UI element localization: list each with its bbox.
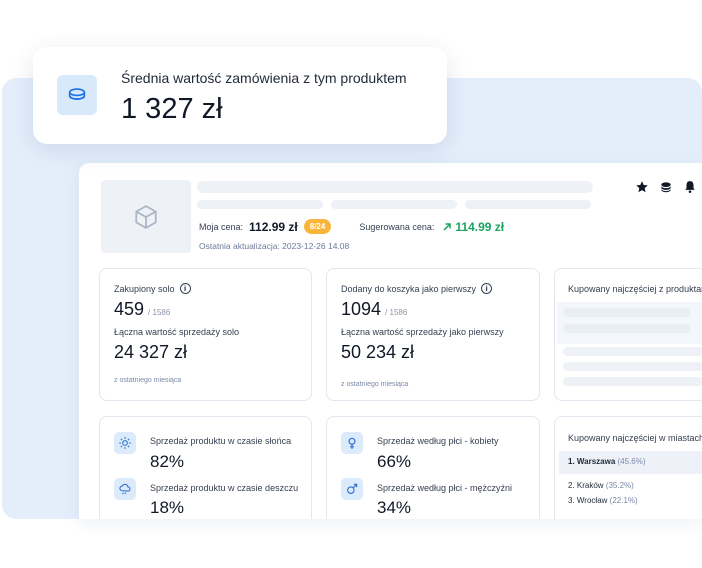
solo-value-row: 459/ 1586: [114, 299, 170, 320]
suggested-price-label: Sugerowana cena:: [359, 221, 435, 232]
rain-label: Sprzedaż produktu w czasie deszczu: [150, 483, 299, 493]
city-pct: (22.1%): [609, 496, 638, 505]
star-icon[interactable]: [635, 180, 649, 194]
sunny-label: Sprzedaż produktu w czasie słońca: [150, 436, 292, 446]
women-label: Sprzedaż według płci - kobiety: [377, 436, 499, 446]
solo-sales-value: 24 327 zł: [114, 342, 188, 362]
coins-icon[interactable]: [659, 180, 673, 194]
stage: Moja cena: 112.99 zł 8/24 Sugerowana cen…: [0, 0, 702, 568]
average-order-value-card: Średnia wartość zamówienia z tym produkt…: [33, 47, 447, 144]
solo-label-row: Zakupiony solo i: [114, 283, 191, 294]
city-name: 1. Warszawa: [568, 457, 616, 466]
city-pct: (35.2%): [605, 481, 634, 490]
first-in-cart-value-row: 1094/ 1586: [341, 299, 407, 320]
product-thumbnail: [101, 180, 191, 253]
city-pct: (45.6%): [617, 457, 646, 466]
solo-total: / 1586: [148, 308, 171, 317]
solo-value: 459: [114, 299, 145, 319]
male-icon: [341, 478, 363, 500]
first-in-cart-label: Dodany do koszyka jako pierwszy: [341, 283, 477, 294]
gender-card: Sprzedaż według płci - kobiety 66% Sprze…: [326, 416, 540, 519]
men-value: 34%: [377, 498, 412, 517]
solo-label: Zakupiony solo: [114, 283, 175, 294]
header-actions: [635, 180, 697, 194]
bought-with-card: Kupowany najczęściej z produktami: [554, 268, 702, 401]
first-in-cart-sales-value: 50 234 zł: [341, 342, 415, 362]
title-placeholder: [197, 181, 593, 193]
cities-title: Kupowany najczęściej w miastach: [568, 433, 702, 443]
first-in-cart-sales-label: Łączna wartość sprzedaży jako pierwszy: [341, 327, 504, 337]
summary-value: 1 327 zł: [121, 93, 223, 125]
rank-badge: 8/24: [303, 219, 332, 234]
men-label: Sprzedaż według płci - mężczyźni: [377, 483, 513, 493]
info-icon[interactable]: i: [481, 283, 493, 294]
cities-card: Kupowany najczęściej w miastach 1. Warsz…: [554, 416, 702, 519]
female-icon: [341, 432, 363, 454]
last-update: Ostatnia aktualizacja: 2023-12-26 14.08: [199, 241, 350, 251]
solo-note: z ostatniego miesiąca: [114, 377, 182, 384]
info-icon[interactable]: i: [179, 283, 191, 294]
sunny-value: 82%: [150, 452, 185, 471]
first-in-cart-label-row: Dodany do koszyka jako pierwszy i: [341, 283, 493, 294]
bell-icon[interactable]: [683, 180, 697, 194]
solo-sales-label: Łączna wartość sprzedaży solo: [114, 327, 240, 337]
subtitle-placeholder: [197, 200, 323, 209]
box-icon: [135, 204, 157, 229]
first-in-cart-note: z ostatniego miesiąca: [341, 381, 409, 388]
city-item[interactable]: 1. Warszawa (45.6%): [568, 457, 646, 466]
subtitle-placeholder: [465, 200, 591, 209]
city-name: 2. Kraków: [568, 481, 604, 490]
subtitle-placeholder: [331, 200, 457, 209]
rain-cloud-icon: [114, 478, 136, 500]
product-dashboard: Moja cena: 112.99 zł 8/24 Sugerowana cen…: [79, 163, 702, 519]
bought-with-title: Kupowany najczęściej z produktami: [568, 284, 702, 294]
city-item[interactable]: 2. Kraków (35.2%): [568, 481, 634, 490]
city-item[interactable]: 3. Wrocław (22.1%): [568, 496, 638, 505]
solo-card: Zakupiony solo i 459/ 1586 Łączna wartoś…: [99, 268, 312, 401]
coins-icon: [57, 75, 97, 115]
suggested-price: 114.99 zł: [442, 220, 504, 234]
suggested-price-value: 114.99 zł: [455, 219, 505, 234]
list-placeholder: [563, 362, 702, 371]
sun-icon: [114, 432, 136, 454]
list-placeholder: [563, 308, 691, 317]
first-in-cart-card: Dodany do koszyka jako pierwszy i 1094/ …: [326, 268, 540, 401]
price-row: Moja cena: 112.99 zł 8/24 Sugerowana cen…: [199, 219, 504, 234]
list-placeholder: [563, 347, 702, 356]
list-placeholder: [563, 377, 702, 386]
my-price-label: Moja cena:: [199, 221, 244, 232]
women-value: 66%: [377, 452, 412, 471]
arrow-up-right-icon: [443, 222, 452, 231]
rain-value: 18%: [150, 498, 185, 517]
summary-title: Średnia wartość zamówienia z tym produkt…: [121, 70, 407, 86]
list-placeholder: [563, 324, 691, 333]
first-in-cart-total: / 1586: [385, 308, 408, 317]
city-name: 3. Wrocław: [568, 496, 608, 505]
my-price: 112.99 zł: [249, 219, 298, 234]
weather-card: Sprzedaż produktu w czasie słońca 82% Sp…: [99, 416, 312, 519]
first-in-cart-value: 1094: [341, 299, 382, 319]
